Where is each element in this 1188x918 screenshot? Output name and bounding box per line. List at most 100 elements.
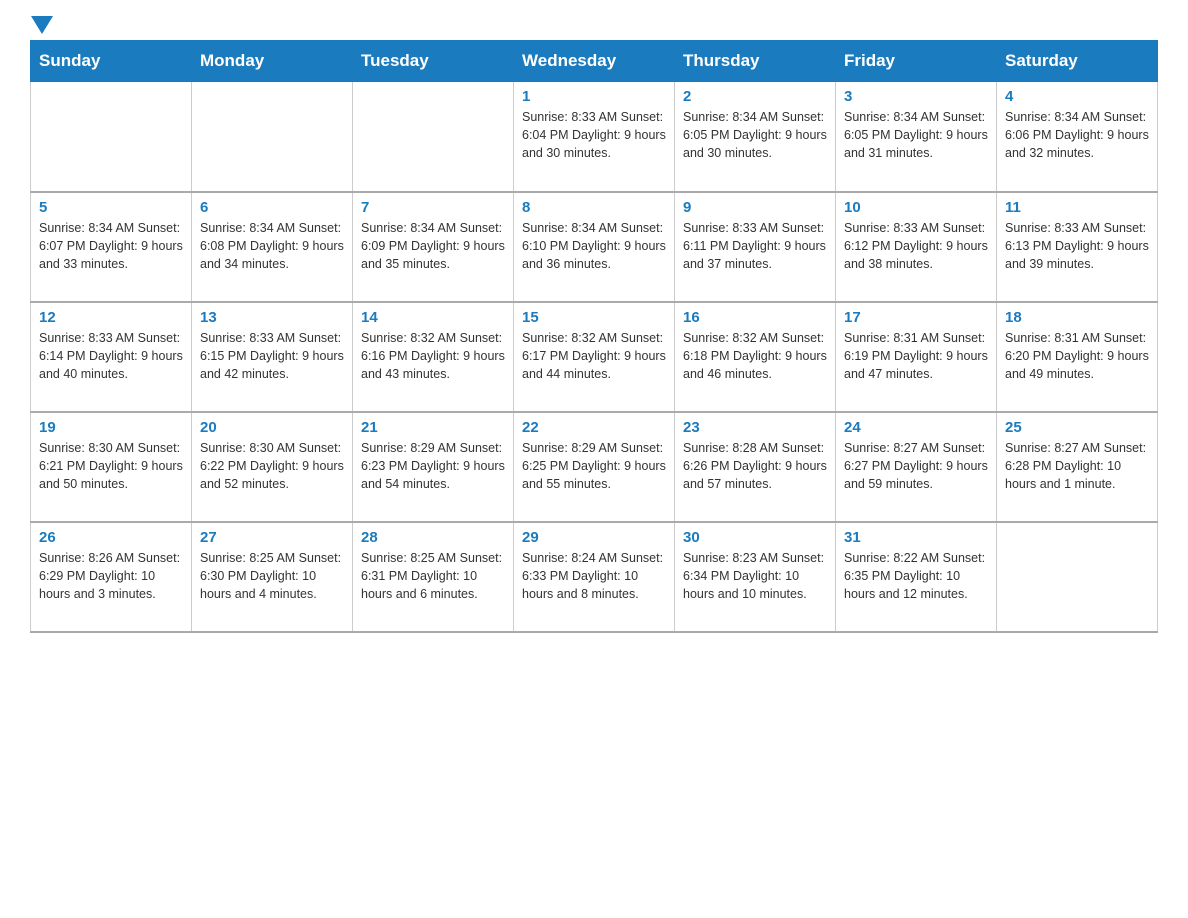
day-info: Sunrise: 8:27 AM Sunset: 6:27 PM Dayligh…	[844, 439, 988, 493]
day-header-friday: Friday	[836, 41, 997, 82]
day-number: 2	[683, 88, 827, 105]
day-info: Sunrise: 8:33 AM Sunset: 6:11 PM Dayligh…	[683, 219, 827, 273]
calendar-cell: 9 Sunrise: 8:33 AM Sunset: 6:11 PM Daylig…	[675, 192, 836, 302]
calendar-cell: 13 Sunrise: 8:33 AM Sunset: 6:15 PM Dayli…	[192, 302, 353, 412]
day-info: Sunrise: 8:24 AM Sunset: 6:33 PM Dayligh…	[522, 549, 666, 603]
week-row-2: 5Sunrise: 8:34 AM Sunset: 6:07 PM Daylig…	[31, 192, 1158, 302]
calendar-cell: 6 Sunrise: 8:34 AM Sunset: 6:08 PM Daylig…	[192, 192, 353, 302]
calendar-cell: 3 Sunrise: 8:34 AM Sunset: 6:05 PM Daylig…	[836, 82, 997, 192]
day-info: Sunrise: 8:31 AM Sunset: 6:19 PM Dayligh…	[844, 329, 988, 383]
day-header-saturday: Saturday	[997, 41, 1158, 82]
day-info: Sunrise: 8:34 AM Sunset: 6:05 PM Dayligh…	[683, 108, 827, 162]
day-number: 24	[844, 419, 988, 436]
calendar-cell: 20 Sunrise: 8:30 AM Sunset: 6:22 PM Dayli…	[192, 412, 353, 522]
day-number: 31	[844, 529, 988, 546]
day-number: 30	[683, 529, 827, 546]
calendar-cell: 12 Sunrise: 8:33 AM Sunset: 6:14 PM Dayli…	[31, 302, 192, 412]
calendar-cell: 2 Sunrise: 8:34 AM Sunset: 6:05 PM Daylig…	[675, 82, 836, 192]
day-header-sunday: Sunday	[31, 41, 192, 82]
calendar-cell: 5Sunrise: 8:34 AM Sunset: 6:07 PM Daylig…	[31, 192, 192, 302]
day-info: Sunrise: 8:22 AM Sunset: 6:35 PM Dayligh…	[844, 549, 988, 603]
day-number: 13	[200, 309, 344, 326]
calendar-cell: 14 Sunrise: 8:32 AM Sunset: 6:16 PM Dayli…	[353, 302, 514, 412]
calendar-cell: 23 Sunrise: 8:28 AM Sunset: 6:26 PM Dayli…	[675, 412, 836, 522]
calendar-cell: 25 Sunrise: 8:27 AM Sunset: 6:28 PM Dayli…	[997, 412, 1158, 522]
day-info: Sunrise: 8:29 AM Sunset: 6:23 PM Dayligh…	[361, 439, 505, 493]
day-number: 17	[844, 309, 988, 326]
day-info: Sunrise: 8:34 AM Sunset: 6:08 PM Dayligh…	[200, 219, 344, 273]
day-number: 5	[39, 199, 183, 216]
day-number: 7	[361, 199, 505, 216]
day-number: 3	[844, 88, 988, 105]
day-info: Sunrise: 8:33 AM Sunset: 6:14 PM Dayligh…	[39, 329, 183, 383]
day-number: 11	[1005, 199, 1149, 216]
calendar-cell: 24 Sunrise: 8:27 AM Sunset: 6:27 PM Dayli…	[836, 412, 997, 522]
calendar-cell: 8 Sunrise: 8:34 AM Sunset: 6:10 PM Daylig…	[514, 192, 675, 302]
calendar-cell: 15Sunrise: 8:32 AM Sunset: 6:17 PM Dayli…	[514, 302, 675, 412]
calendar-cell: 10Sunrise: 8:33 AM Sunset: 6:12 PM Dayli…	[836, 192, 997, 302]
day-number: 15	[522, 309, 666, 326]
calendar-cell	[353, 82, 514, 192]
calendar-cell: 26Sunrise: 8:26 AM Sunset: 6:29 PM Dayli…	[31, 522, 192, 632]
day-number: 10	[844, 199, 988, 216]
day-number: 16	[683, 309, 827, 326]
calendar-cell: 7 Sunrise: 8:34 AM Sunset: 6:09 PM Daylig…	[353, 192, 514, 302]
day-info: Sunrise: 8:34 AM Sunset: 6:10 PM Dayligh…	[522, 219, 666, 273]
calendar-cell: 21 Sunrise: 8:29 AM Sunset: 6:23 PM Dayli…	[353, 412, 514, 522]
day-info: Sunrise: 8:34 AM Sunset: 6:05 PM Dayligh…	[844, 108, 988, 162]
day-number: 8	[522, 199, 666, 216]
day-number: 1	[522, 88, 666, 105]
page-header	[30, 20, 1158, 30]
day-info: Sunrise: 8:32 AM Sunset: 6:18 PM Dayligh…	[683, 329, 827, 383]
logo	[30, 20, 53, 30]
logo-triangle-icon	[31, 16, 53, 34]
day-number: 18	[1005, 309, 1149, 326]
week-row-1: 1 Sunrise: 8:33 AM Sunset: 6:04 PM Daylig…	[31, 82, 1158, 192]
day-number: 19	[39, 419, 183, 436]
day-info: Sunrise: 8:33 AM Sunset: 6:15 PM Dayligh…	[200, 329, 344, 383]
day-number: 23	[683, 419, 827, 436]
days-header-row: SundayMondayTuesdayWednesdayThursdayFrid…	[31, 41, 1158, 82]
calendar-table: SundayMondayTuesdayWednesdayThursdayFrid…	[30, 40, 1158, 633]
calendar-cell: 28 Sunrise: 8:25 AM Sunset: 6:31 PM Dayli…	[353, 522, 514, 632]
day-number: 9	[683, 199, 827, 216]
calendar-cell: 11 Sunrise: 8:33 AM Sunset: 6:13 PM Dayli…	[997, 192, 1158, 302]
day-info: Sunrise: 8:34 AM Sunset: 6:09 PM Dayligh…	[361, 219, 505, 273]
calendar-cell	[997, 522, 1158, 632]
day-number: 28	[361, 529, 505, 546]
day-number: 4	[1005, 88, 1149, 105]
day-header-tuesday: Tuesday	[353, 41, 514, 82]
calendar-cell: 29Sunrise: 8:24 AM Sunset: 6:33 PM Dayli…	[514, 522, 675, 632]
day-number: 12	[39, 309, 183, 326]
day-info: Sunrise: 8:33 AM Sunset: 6:13 PM Dayligh…	[1005, 219, 1149, 273]
calendar-cell	[192, 82, 353, 192]
day-header-wednesday: Wednesday	[514, 41, 675, 82]
calendar-cell	[31, 82, 192, 192]
calendar-cell: 19Sunrise: 8:30 AM Sunset: 6:21 PM Dayli…	[31, 412, 192, 522]
day-number: 20	[200, 419, 344, 436]
day-info: Sunrise: 8:32 AM Sunset: 6:16 PM Dayligh…	[361, 329, 505, 383]
day-number: 21	[361, 419, 505, 436]
day-info: Sunrise: 8:30 AM Sunset: 6:22 PM Dayligh…	[200, 439, 344, 493]
calendar-cell: 1 Sunrise: 8:33 AM Sunset: 6:04 PM Daylig…	[514, 82, 675, 192]
day-info: Sunrise: 8:33 AM Sunset: 6:04 PM Dayligh…	[522, 108, 666, 162]
day-info: Sunrise: 8:25 AM Sunset: 6:31 PM Dayligh…	[361, 549, 505, 603]
day-info: Sunrise: 8:34 AM Sunset: 6:06 PM Dayligh…	[1005, 108, 1149, 162]
week-row-4: 19Sunrise: 8:30 AM Sunset: 6:21 PM Dayli…	[31, 412, 1158, 522]
day-info: Sunrise: 8:28 AM Sunset: 6:26 PM Dayligh…	[683, 439, 827, 493]
calendar-cell: 27Sunrise: 8:25 AM Sunset: 6:30 PM Dayli…	[192, 522, 353, 632]
day-info: Sunrise: 8:27 AM Sunset: 6:28 PM Dayligh…	[1005, 439, 1149, 493]
calendar-cell: 16 Sunrise: 8:32 AM Sunset: 6:18 PM Dayli…	[675, 302, 836, 412]
day-number: 25	[1005, 419, 1149, 436]
day-number: 22	[522, 419, 666, 436]
day-info: Sunrise: 8:26 AM Sunset: 6:29 PM Dayligh…	[39, 549, 183, 603]
day-info: Sunrise: 8:31 AM Sunset: 6:20 PM Dayligh…	[1005, 329, 1149, 383]
calendar-cell: 4 Sunrise: 8:34 AM Sunset: 6:06 PM Daylig…	[997, 82, 1158, 192]
day-header-thursday: Thursday	[675, 41, 836, 82]
week-row-3: 12 Sunrise: 8:33 AM Sunset: 6:14 PM Dayli…	[31, 302, 1158, 412]
day-number: 6	[200, 199, 344, 216]
week-row-5: 26Sunrise: 8:26 AM Sunset: 6:29 PM Dayli…	[31, 522, 1158, 632]
day-number: 27	[200, 529, 344, 546]
day-number: 14	[361, 309, 505, 326]
calendar-cell: 22Sunrise: 8:29 AM Sunset: 6:25 PM Dayli…	[514, 412, 675, 522]
